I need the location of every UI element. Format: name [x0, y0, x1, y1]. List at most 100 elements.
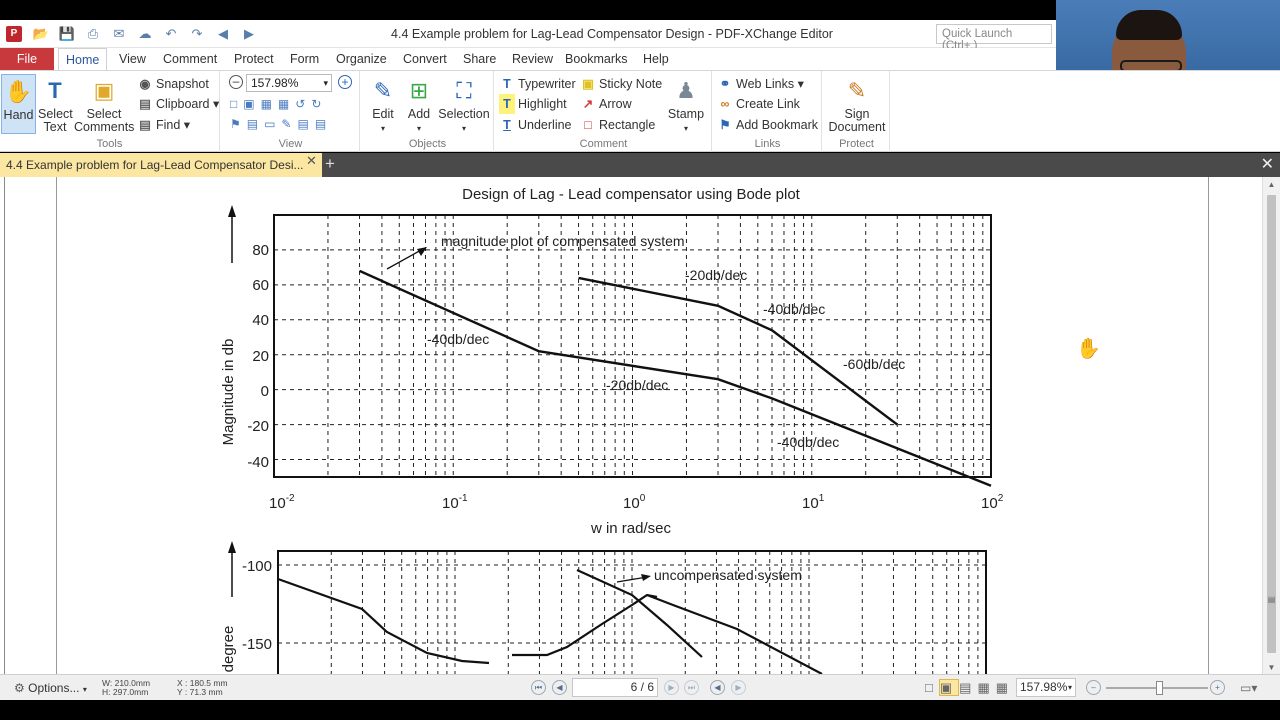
find-button[interactable]: ▤ Find ▾ [137, 115, 190, 135]
underline-icon: T [503, 118, 511, 132]
arrow-icon: ↗ [582, 97, 594, 111]
create-link-button[interactable]: ∞ Create Link [717, 94, 800, 114]
document-view: Design of Lag - Lead compensator using B… [0, 177, 1262, 674]
page-number-input[interactable]: 6 / 6 [572, 678, 658, 697]
rectangle-button[interactable]: □ Rectangle [580, 115, 655, 135]
menu-form[interactable]: Form [283, 48, 326, 70]
phase-grid [278, 551, 986, 674]
y2-tick-label: -150 [242, 636, 272, 653]
chart-title: Design of Lag - Lead compensator using B… [462, 186, 801, 203]
underline-button[interactable]: T Underline [499, 115, 571, 135]
single-page-icon: ▣ [938, 679, 960, 696]
add-button[interactable]: ⊞ Add ▾ [402, 74, 436, 135]
status-bar: ⚙ Options... ▾ W: 210.0mm H: 297.0mm X :… [0, 674, 1280, 700]
zoom-in-icon[interactable]: + [338, 75, 352, 89]
arrow-button[interactable]: ↗ Arrow [580, 94, 632, 114]
document-tab[interactable]: 4.4 Example problem for Lag-Lead Compens… [0, 153, 322, 177]
menu-bar: File Home View Comment Protect Form Orga… [0, 48, 1056, 70]
annotation-arrowhead [417, 247, 427, 256]
menu-help[interactable]: Help [636, 48, 676, 70]
zoom-out-icon[interactable]: – [229, 75, 243, 89]
scroll-marker-icon: ▤ [1267, 595, 1276, 604]
y-tick-labels: 80 60 40 20 0 -20 -40 [247, 242, 269, 471]
page-layout-icons[interactable]: □▣▤▦▦ [925, 679, 1014, 697]
scrollbar-thumb[interactable] [1267, 195, 1276, 653]
scroll-down-icon[interactable]: ▼ [1263, 663, 1280, 672]
clipboard-button[interactable]: ▤ Clipboard ▾ [137, 94, 219, 114]
hand-button[interactable]: ✋ Hand [1, 74, 36, 134]
zoom-in-status-icon[interactable]: + [1210, 680, 1225, 695]
select-comments-button[interactable]: ▣ Select Comments [74, 74, 134, 134]
stamp-button[interactable]: ♟ Stamp ▾ [666, 74, 706, 135]
add-bookmark-button[interactable]: ⚑ Add Bookmark [717, 115, 818, 135]
document-tab-bar: 4.4 Example problem for Lag-Lead Compens… [0, 153, 1280, 177]
camera-icon: ◉ [139, 77, 151, 91]
presenter-hair [1116, 10, 1182, 40]
edit-button[interactable]: ✎ Edit ▾ [366, 74, 400, 135]
annotation-slope: -60db/dec [843, 356, 905, 372]
y-tick-label: 40 [252, 312, 269, 329]
view-tools-icons[interactable]: ⚑▤▭✎▤▤ [230, 117, 332, 131]
hand-icon: ✋ [4, 78, 33, 104]
zoom-out-status-icon[interactable]: – [1086, 680, 1101, 695]
menu-convert[interactable]: Convert [396, 48, 454, 70]
annotation-uncompensated: uncompensated system [654, 567, 802, 583]
menu-review[interactable]: Review [505, 48, 560, 70]
selection-button[interactable]: ⛶ Selection ▾ [438, 74, 490, 135]
snapshot-button[interactable]: ◉ Snapshot [137, 74, 209, 94]
phase-line [277, 568, 703, 665]
menu-view[interactable]: View [112, 48, 153, 70]
close-tab-icon[interactable]: ✕ [306, 153, 317, 169]
menu-protect[interactable]: Protect [227, 48, 281, 70]
comment-group: T Typewriter ▣ Sticky Note T Highlight ↗ Arr… [496, 71, 712, 152]
menu-comment[interactable]: Comment [156, 48, 224, 70]
status-zoom-select[interactable]: 157.98% ▾ [1016, 678, 1076, 697]
phase-axis-arrowhead [228, 541, 236, 553]
annotation-compensated: magnitude plot of compensated system [441, 233, 685, 249]
scroll-up-icon[interactable]: ▲ [1263, 180, 1280, 189]
magnitude-grid [274, 215, 991, 477]
annotation-arrow [386, 248, 424, 270]
quick-launch-input[interactable]: Quick Launch (Ctrl+.) [936, 24, 1052, 52]
zoom-select[interactable]: 157.98% ▾ [246, 74, 332, 92]
fullscreen-icon[interactable]: ▭▾ [1240, 679, 1257, 697]
y-tick-label: 0 [261, 383, 269, 400]
history-back-icon[interactable]: ◀ [710, 680, 725, 695]
vertical-scrollbar[interactable]: ▲ ▤ ▼ [1262, 177, 1280, 674]
title-bar: P 📂 💾 ⎙ ✉ ☁ ↶ ↷ ◀ ▶ 4.4 Example problem … [0, 20, 1056, 52]
y-tick-label: 80 [252, 242, 269, 259]
sign-document-button[interactable]: ✎ Sign Document [828, 74, 886, 134]
next-page-icon[interactable]: ▶ [664, 680, 679, 695]
first-page-icon[interactable]: ⏮ [531, 680, 546, 695]
highlight-button[interactable]: T Highlight [499, 94, 567, 114]
y-axis-label: Magnitude in db [220, 339, 237, 446]
new-tab-icon[interactable]: + [325, 153, 341, 175]
uncompensated-phase-line [646, 593, 823, 674]
prev-page-icon[interactable]: ◀ [552, 680, 567, 695]
menu-home[interactable]: Home [58, 48, 108, 70]
options-button[interactable]: ⚙ Options... ▾ [14, 679, 87, 697]
last-page-icon[interactable]: ⏭ [684, 680, 699, 695]
cursor-y: Y : 71.3 mm [177, 687, 223, 697]
comment-icon: ▣ [93, 77, 115, 103]
menu-share[interactable]: Share [456, 48, 503, 70]
pdf-page: Design of Lag - Lead compensator using B… [56, 177, 1209, 674]
web-links-button[interactable]: ⚭ Web Links ▾ [717, 74, 804, 94]
select-text-button[interactable]: T Select Text [38, 74, 73, 134]
menu-organize[interactable]: Organize [329, 48, 394, 70]
protect-group: ✎ Sign Document Protect [824, 71, 890, 152]
typewriter-button[interactable]: T Typewriter [499, 74, 575, 94]
sticky-note-button[interactable]: ▣ Sticky Note [580, 74, 662, 94]
annotation-slope: -40db/dec [777, 434, 839, 450]
menu-bookmarks[interactable]: Bookmarks [558, 48, 635, 70]
zoom-slider-thumb[interactable] [1156, 681, 1163, 695]
gear-icon: ⚙ [14, 681, 25, 695]
menu-file[interactable]: File [0, 48, 54, 70]
history-forward-icon[interactable]: ▶ [731, 680, 746, 695]
hand-cursor-icon: ✋ [1076, 338, 1101, 360]
annotation-slope: -40db/dec [763, 301, 825, 317]
view-mode-icons[interactable]: □▣▦▦↺↻ [230, 97, 327, 111]
x-tick-labels: 10-2 10-1 100 101 102 [269, 493, 1004, 512]
close-all-icon[interactable]: ✕ [1261, 153, 1274, 177]
clipboard-icon: ▤ [139, 97, 151, 111]
